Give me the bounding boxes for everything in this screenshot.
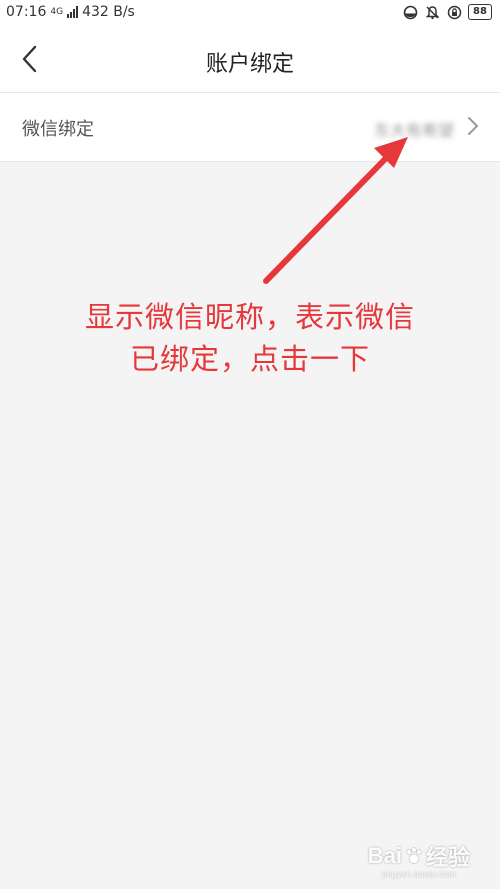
page-title: 账户绑定 bbox=[205, 52, 294, 77]
status-bar: 07:16 4G 432 B/s 88 bbox=[0, 0, 500, 26]
data-saver-icon bbox=[402, 4, 418, 20]
annotation-line-2: 已绑定，点击一下 bbox=[129, 342, 370, 376]
paw-icon bbox=[406, 847, 422, 864]
network-type-icon: 4G bbox=[50, 6, 64, 17]
wechat-binding-row[interactable]: 微信绑定 东大有希望 bbox=[0, 93, 500, 162]
mute-bell-icon bbox=[424, 4, 440, 20]
signal-icon bbox=[67, 6, 79, 18]
chevron-right-icon bbox=[468, 117, 478, 135]
status-right: 88 bbox=[402, 4, 492, 20]
annotation-text: 显示微信昵称，表示微信 已绑定，点击一下 bbox=[0, 296, 500, 380]
watermark-brand: Bai bbox=[367, 843, 402, 868]
network-type-label: 4G bbox=[50, 6, 64, 17]
lock-rotation-icon bbox=[446, 4, 462, 20]
watermark-logo: Bai 经验 bbox=[368, 840, 470, 872]
header-bar: 账户绑定 bbox=[0, 26, 500, 93]
watermark-url: jingyan.baidu.com bbox=[381, 870, 456, 879]
network-speed: 432 B/s bbox=[82, 4, 135, 20]
status-time: 07:16 bbox=[6, 4, 47, 20]
wechat-nickname-value: 东大有希望 bbox=[373, 121, 454, 140]
baidu-jingyan-watermark: Bai 经验 jingyan.baidu.com bbox=[368, 840, 470, 879]
annotation-line-1: 显示微信昵称，表示微信 bbox=[84, 300, 415, 334]
battery-icon: 88 bbox=[468, 4, 492, 20]
wechat-binding-label: 微信绑定 bbox=[22, 119, 94, 140]
status-left: 07:16 4G 432 B/s bbox=[6, 4, 135, 20]
watermark-suffix: 经验 bbox=[425, 845, 470, 870]
